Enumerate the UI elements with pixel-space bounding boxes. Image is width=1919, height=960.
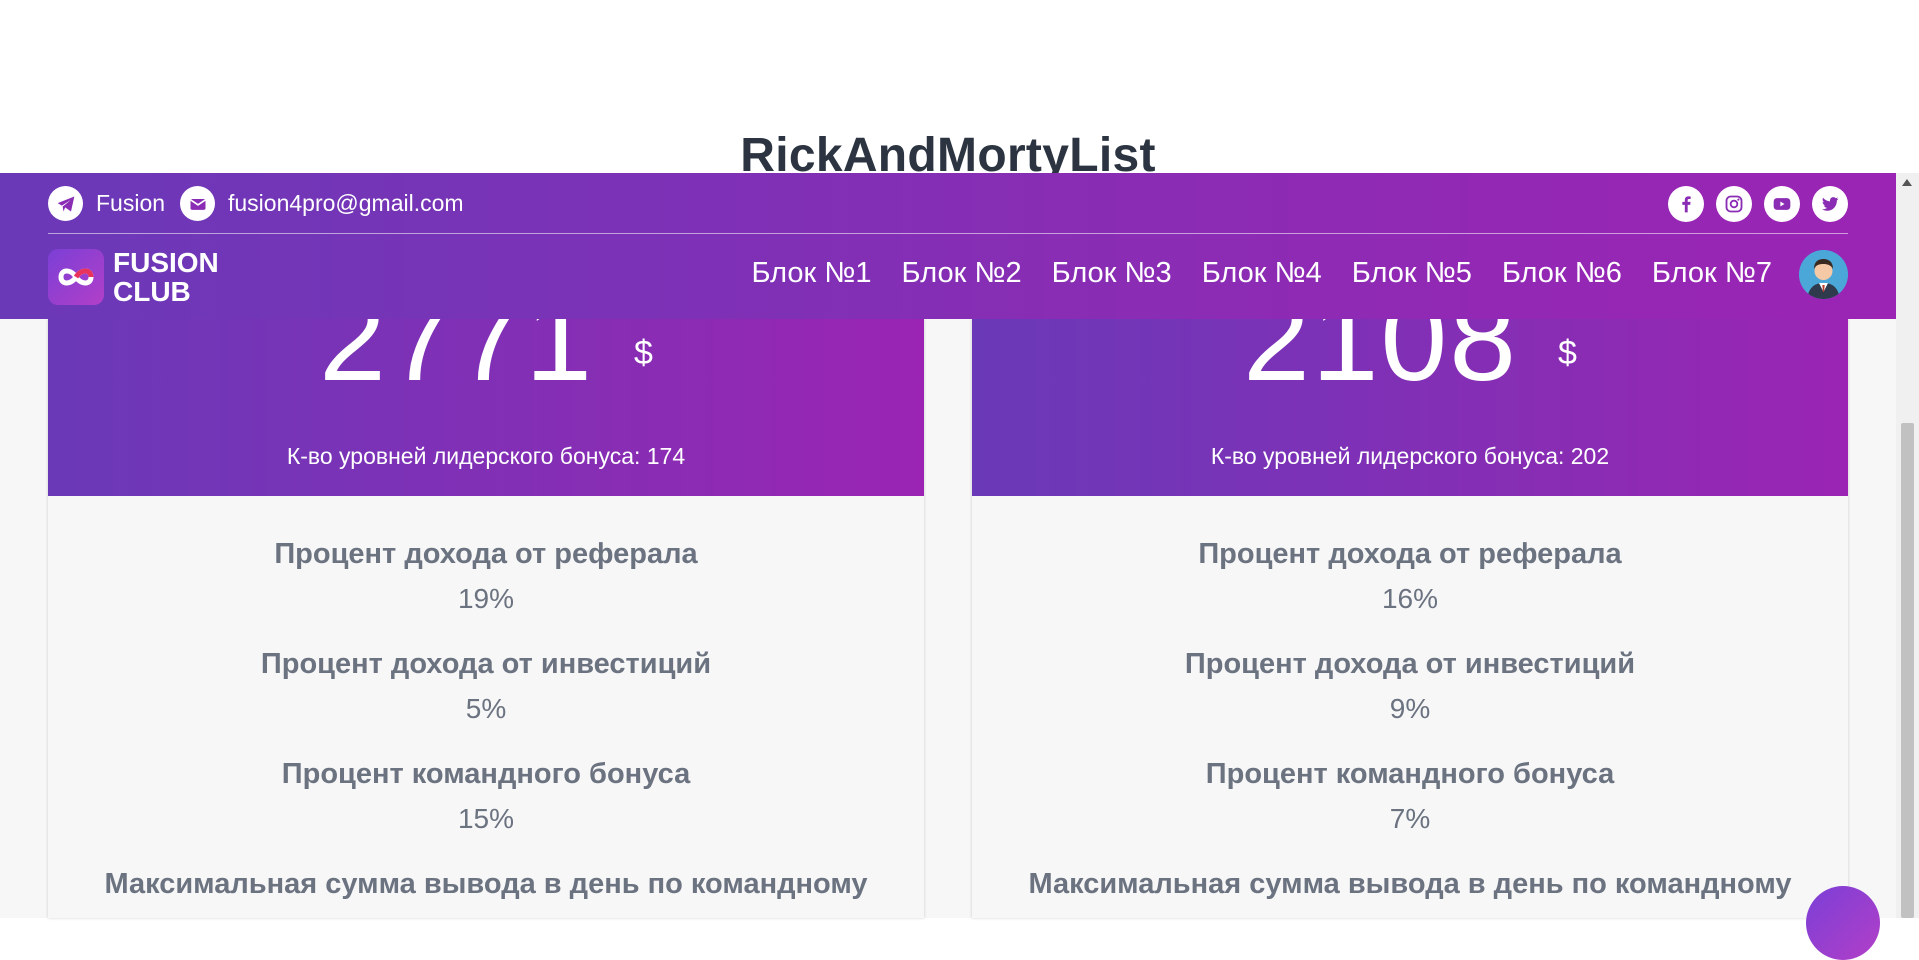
stat-label: Процент командного бонуса — [1205, 758, 1615, 790]
user-avatar[interactable] — [1799, 250, 1848, 299]
page-scrollbar[interactable] — [1896, 173, 1919, 918]
plan-stats: Процент дохода от реферала 16% Процент д… — [972, 538, 1848, 901]
plan-card: 2108 $ К-во уровней лидерского бонуса: 20… — [972, 319, 1848, 918]
nav-item-block-2[interactable]: Блок №2 — [902, 257, 1022, 290]
price-amount: 2771 — [319, 319, 595, 406]
stat-value: 15% — [457, 803, 515, 834]
nav-item-block-3[interactable]: Блок №3 — [1052, 257, 1172, 290]
infinity-logo-icon — [48, 249, 104, 305]
nav-item-block-5[interactable]: Блок №5 — [1352, 257, 1472, 290]
stat-label: Процент командного бонуса — [281, 758, 691, 790]
stat-label: Процент дохода от инвестиций — [1184, 648, 1636, 680]
topbar: Fusion fusion4pro@gmail.com — [48, 173, 1848, 234]
floating-chat-button[interactable] — [1806, 886, 1880, 960]
twitter-icon[interactable] — [1812, 186, 1848, 222]
price-currency: $ — [1558, 334, 1577, 372]
stat-value: 9% — [1389, 693, 1431, 724]
price-amount: 2108 — [1243, 319, 1519, 406]
stat-label: Процент дохода от инвестиций — [260, 648, 712, 680]
logo-text: FUSION CLUB — [113, 248, 219, 306]
logo[interactable]: FUSION CLUB — [48, 248, 219, 306]
nav-menu: Блок №1 Блок №2 Блок №3 Блок №4 Блок №5 … — [751, 257, 1772, 290]
plan-stats: Процент дохода от реферала 19% Процент д… — [48, 538, 924, 901]
plan-card-header: 2771 $ К-во уровней лидерского бонуса: 17… — [48, 319, 924, 496]
email-icon — [180, 186, 215, 221]
plan-price: 2108 $ — [972, 319, 1848, 399]
youtube-icon[interactable] — [1764, 186, 1800, 222]
stat-label: Процент дохода от реферала — [1198, 538, 1622, 570]
instagram-icon[interactable] — [1716, 186, 1752, 222]
stat-label: Максимальная сумма вывода в день по кома… — [1028, 868, 1792, 900]
telegram-contact[interactable]: Fusion — [48, 186, 165, 221]
nav-item-block-7[interactable]: Блок №7 — [1652, 257, 1772, 290]
plan-price: 2771 $ — [48, 319, 924, 399]
plan-card: 2771 $ К-во уровней лидерского бонуса: 17… — [48, 319, 924, 918]
stat-value: 16% — [1381, 583, 1439, 614]
nav-item-block-6[interactable]: Блок №6 — [1502, 257, 1622, 290]
scroll-thumb[interactable] — [1901, 423, 1914, 918]
leader-bonus-levels: К-во уровней лидерского бонуса: 202 — [1210, 443, 1610, 469]
stat-label: Максимальная сумма вывода в день по кома… — [104, 868, 868, 900]
telegram-icon — [48, 186, 83, 221]
logo-line-1: FUSION — [113, 247, 219, 278]
stat-value: 5% — [465, 693, 507, 724]
stat-value: 7% — [1389, 803, 1431, 834]
nav-item-block-4[interactable]: Блок №4 — [1202, 257, 1322, 290]
site-header: Fusion fusion4pro@gmail.com FUSION CLUB … — [0, 173, 1896, 319]
price-currency: $ — [634, 334, 653, 372]
social-links — [1668, 186, 1848, 222]
scroll-up-arrow-icon[interactable] — [1902, 179, 1912, 186]
email-label: fusion4pro@gmail.com — [228, 190, 464, 216]
email-contact[interactable]: fusion4pro@gmail.com — [180, 186, 464, 221]
main-navbar: FUSION CLUB Блок №1 Блок №2 Блок №3 Блок… — [48, 234, 1848, 319]
logo-line-2: CLUB — [113, 276, 191, 307]
stat-label: Процент дохода от реферала — [274, 538, 698, 570]
facebook-icon[interactable] — [1668, 186, 1704, 222]
nav-item-block-1[interactable]: Блок №1 — [751, 257, 871, 290]
plan-card-header: 2108 $ К-во уровней лидерского бонуса: 20… — [972, 319, 1848, 496]
telegram-label: Fusion — [96, 190, 166, 216]
leader-bonus-levels: К-во уровней лидерского бонуса: 174 — [286, 443, 686, 469]
stat-value: 19% — [457, 583, 515, 614]
